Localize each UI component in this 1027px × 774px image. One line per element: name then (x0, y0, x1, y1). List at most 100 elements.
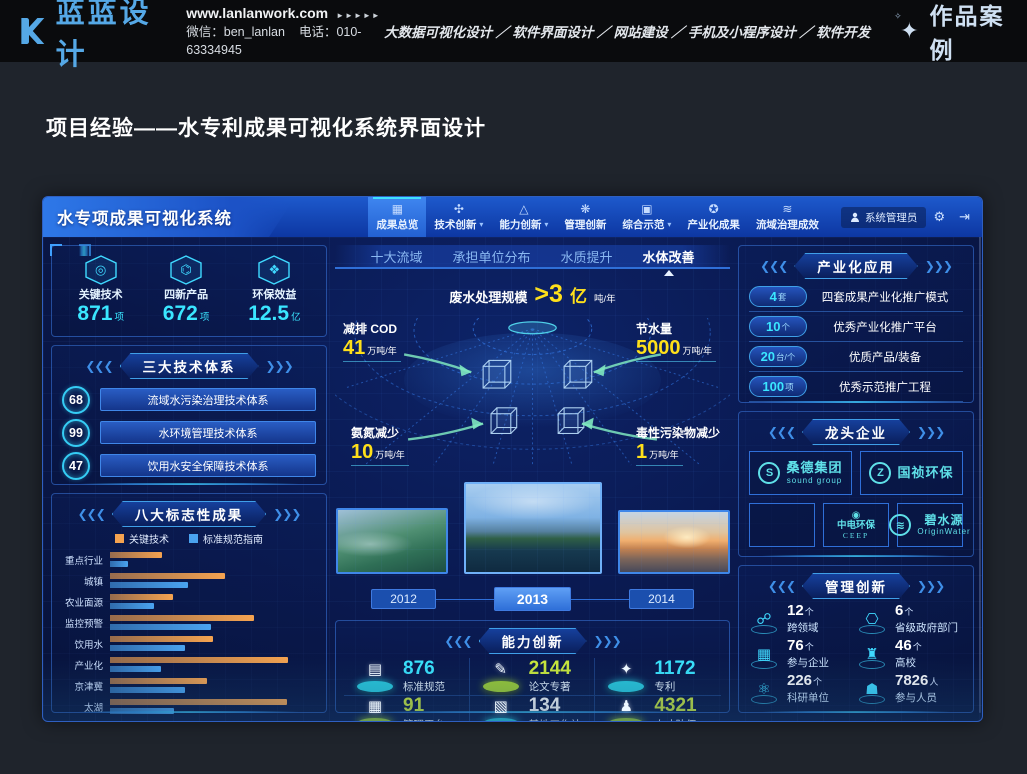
chart-bar (110, 636, 213, 642)
nav-item-capability-innovation[interactable]: △ 能力创新▾ (491, 197, 556, 237)
year-button-2012[interactable]: 2012 (371, 589, 436, 609)
guozhen-logo-icon: Z (869, 462, 891, 484)
box-icon: ▣ (641, 203, 652, 215)
tab-water-quality[interactable]: 水质提升 (561, 247, 613, 266)
originwater-logo-icon: ≋ (889, 514, 911, 536)
tech-system-pill[interactable]: 水环境管理技术体系 (100, 421, 316, 444)
mgmt-stat-universities: ♜ 46个高校 (857, 636, 965, 671)
dashboard-body: ◎ 关键技术 871项 ⌬ 四新产品 672项 (43, 237, 982, 721)
year-button-2013[interactable]: 2013 (494, 587, 571, 611)
photo-2013-lakeside[interactable] (464, 482, 602, 574)
legend-swatch-blue (189, 534, 198, 543)
chart-bar (110, 687, 185, 693)
nav-item-basin-governance[interactable]: ≋ 流域治理成效 (748, 197, 827, 237)
enterprise-empty-slot[interactable] (749, 503, 815, 547)
industrial-row: 100项 优秀示范推广工程 (749, 372, 963, 402)
chevrons-right-icon: ❯❯❯ (925, 260, 952, 272)
page-title: 项目经验——水专利成果可视化系统界面设计 (46, 112, 486, 142)
industrial-row: 10个 优秀产业化推广平台 (749, 312, 963, 342)
achievements-chart-panel: ❮❮❮ 八大标志性成果 ❯❯❯ 关键技术 标准规范指南 (51, 493, 327, 713)
logout-icon[interactable]: ⇥ (959, 209, 970, 225)
chart-bar (110, 657, 288, 663)
legend-item: 关键技术 (115, 531, 169, 546)
chart-axis-tick: 200 (285, 720, 300, 722)
capability-stat-papers: ✎ 2144论文专著 (470, 658, 596, 695)
legend-swatch-orange (115, 534, 124, 543)
benefit-hex-icon: ❖ (256, 255, 292, 285)
chart-bar (110, 594, 173, 600)
chart-axis-tick: 150 (239, 720, 254, 722)
capability-innovation-panel: ❮❮❮ 能力创新 ❯❯❯ ▤ 876标准规范 ✎ 2144论文专著 (335, 620, 730, 713)
sound-group-logo-icon: S (758, 462, 780, 484)
chart-bar (110, 561, 128, 567)
chart-legend: 关键技术 标准规范指南 (52, 531, 326, 546)
photo-2012-wetland[interactable] (336, 508, 448, 574)
chart-category-label: 监控预警 (60, 616, 110, 630)
nav-item-overview[interactable]: ▦ 成果总览 (368, 197, 426, 237)
enterprise-sound-group[interactable]: S 桑德集团sound group (749, 451, 852, 495)
tab-water-improvement[interactable]: 水体改善 (643, 247, 695, 266)
stat-key-technology: ◎ 关键技术 871项 (77, 255, 124, 326)
scrollbar[interactable] (979, 205, 981, 713)
stat-value: 12.5亿 (248, 302, 300, 326)
chart-category-label: 重点行业 (60, 553, 110, 567)
portfolio-cases-link[interactable]: ✧✦ 作品案例 (900, 0, 1011, 65)
settings-gear-icon[interactable]: ⚙ (933, 209, 945, 225)
count-badge[interactable]: 100项 (749, 376, 807, 397)
page: 蓝蓝设计 www.lanlanwork.com►►►►► 微信：ben_lanl… (0, 0, 1027, 774)
count-badge[interactable]: 4套 (749, 286, 807, 307)
site-logo[interactable]: 蓝蓝设计 (16, 0, 164, 73)
nav-item-tech-innovation[interactable]: ✣ 技术创新▾ (426, 197, 491, 237)
tech-system-row: 99 水环境管理技术体系 (62, 416, 316, 449)
tech-systems-panel: ❮❮❮ 三大技术体系 ❯❯❯ 68 流域水污染治理技术体系 99 水环境管理技术… (51, 345, 327, 485)
year-selector: 2012 2013 2014 (335, 585, 730, 612)
chart-row: 监控预警 (60, 612, 320, 633)
capability-stat-workstations: ▧ 134基地工作站 (470, 695, 596, 722)
chevrons-right-icon: ❯❯❯ (266, 360, 293, 372)
enterprise-guozhen[interactable]: Z 国祯环保 (860, 451, 963, 495)
nav-item-management-innovation[interactable]: ❋ 管理创新 (556, 197, 614, 237)
mgmt-stat-enterprises: ▦ 76个参与企业 (749, 636, 857, 671)
lanlan-logo-icon (16, 13, 47, 49)
website-url[interactable]: www.lanlanwork.com (186, 5, 328, 21)
pedestal-monitor-icon: ▦ (356, 696, 394, 722)
tab-unit-distribution[interactable]: 承担单位分布 (452, 247, 530, 266)
tech-systems-rows: 68 流域水污染治理技术体系 99 水环境管理技术体系 47 饮用水安全保障技术… (52, 379, 326, 482)
chevron-down-icon: ▾ (667, 220, 671, 229)
chevron-down-icon: ▾ (544, 220, 548, 229)
chevrons-right-icon: ❯❯❯ (273, 508, 300, 520)
triangle-icon: △ (519, 203, 528, 215)
stat-value: 672项 (163, 302, 210, 326)
year-button-2014[interactable]: 2014 (629, 589, 694, 609)
tab-ten-basins[interactable]: 十大流域 (370, 247, 422, 266)
section-title: ❮❮❮ 管理创新 ❯❯❯ (739, 573, 973, 599)
dashboard: 水专项成果可视化系统 ▦ 成果总览 ✣ 技术创新▾ △ 能力创新▾ ❋ 管理创新 (42, 196, 983, 722)
tech-system-pill[interactable]: 流域水污染治理技术体系 (100, 388, 316, 411)
count-badge[interactable]: 20台/个 (749, 346, 807, 367)
nav-item-industrialization[interactable]: ✪ 产业化成果 (679, 197, 748, 237)
chart-row: 太湖 (60, 696, 320, 717)
leading-enterprises-panel: ❮❮❮ 龙头企业 ❯❯❯ S 桑德集团sound group Z (738, 411, 974, 557)
wechat-id: 微信：ben_lanlan (186, 25, 285, 39)
enterprise-originwater[interactable]: ≋ 碧水源OriginWater (897, 503, 963, 547)
right-column: ❮❮❮ 产业化应用 ❯❯❯ 4套 四套成果产业化推广模式 10个 优秀产业化推广… (738, 245, 974, 713)
grid-icon: ▦ (392, 203, 403, 215)
user-icon (850, 212, 860, 222)
chart-category-label: 太湖 (60, 700, 110, 714)
nav-item-comprehensive-demo[interactable]: ▣ 综合示范▾ (614, 197, 679, 237)
tech-system-row: 47 饮用水安全保障技术体系 (62, 449, 316, 482)
tech-system-row: 68 流域水污染治理技术体系 (62, 383, 316, 416)
building-icon: ▦ (749, 639, 779, 669)
photo-2014-sunset[interactable] (618, 510, 730, 574)
chevrons-right-icon: ❯❯❯ (917, 426, 944, 438)
chevrons-left-icon: ❮❮❮ (760, 260, 787, 272)
admin-user-chip[interactable]: 系统管理员 (841, 207, 927, 228)
count-badge[interactable]: 10个 (749, 316, 807, 337)
tech-system-pill[interactable]: 饮用水安全保障技术体系 (100, 454, 316, 477)
chart-bar (110, 699, 287, 705)
mgmt-stat-research-units: ⚛ 226个科研单位 (749, 671, 857, 706)
portfolio-cases-label: 作品案例 (930, 0, 1011, 65)
enterprise-ceep[interactable]: ◉中电环保CEEP (823, 503, 889, 547)
capability-stat-patents: ✦ 1172专利 (595, 658, 721, 695)
chart-row: 京津冀 (60, 675, 320, 696)
